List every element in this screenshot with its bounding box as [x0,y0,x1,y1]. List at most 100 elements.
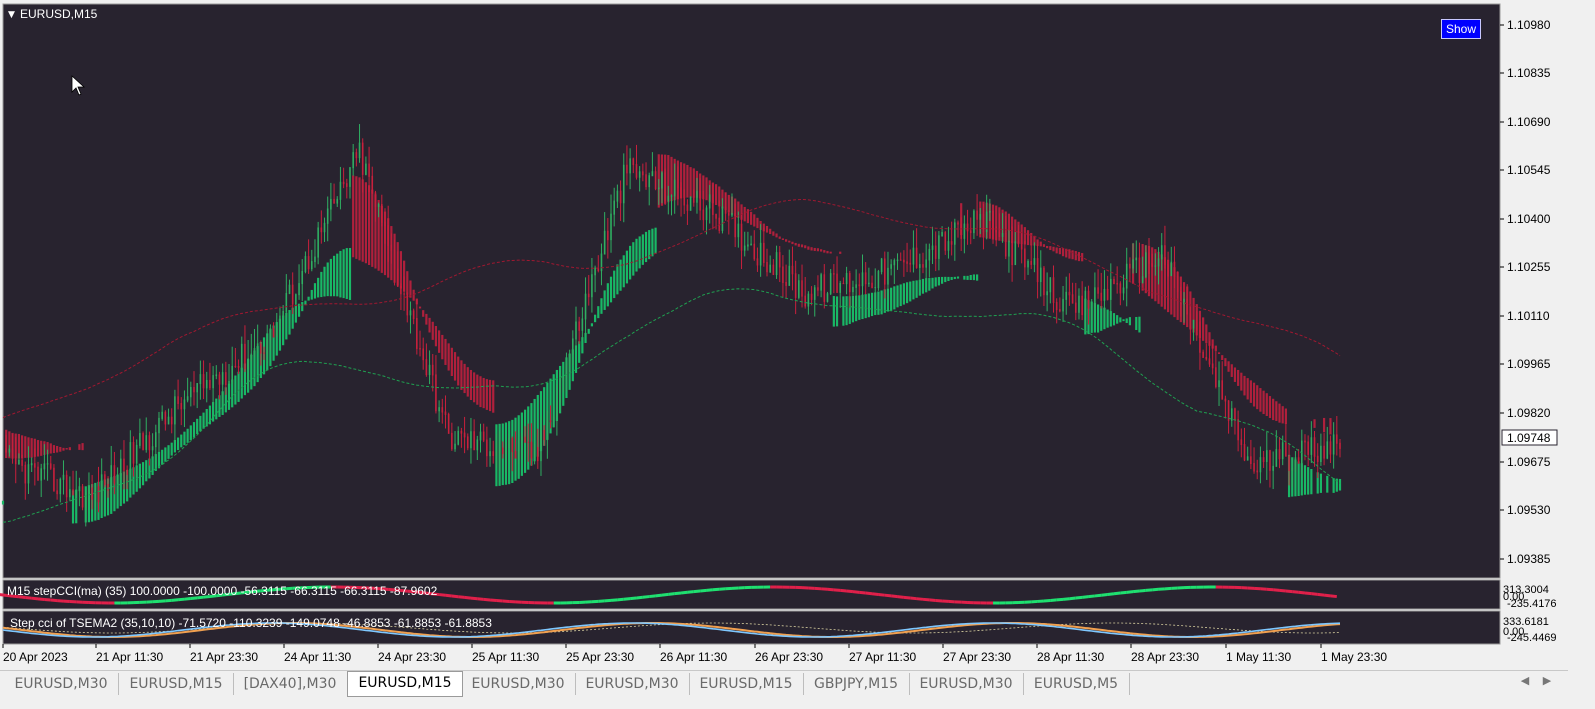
chart-tab[interactable]: [DAX40],M30 [233,673,348,695]
cci-segment [610,598,618,602]
cci-segment [661,592,669,597]
time-tick-label: 25 Apr 23:30 [566,650,634,664]
chart-tab[interactable]: EURUSD,M30 [461,673,576,695]
cci-segment [852,590,860,594]
chart-title: EURUSD,M15 [20,7,98,21]
time-tick-label: 27 Apr 23:30 [943,650,1011,664]
cci-segment [464,595,472,600]
cci-segment [1120,590,1127,595]
chart-menu-icon[interactable]: ▼ [8,10,15,20]
cci-segment [177,597,185,602]
cci-segment [1069,596,1076,601]
chart-tab[interactable]: GBPJPY,M15 [803,673,910,695]
chart-tab[interactable]: EURUSD,M15 [689,673,804,695]
tab-scroll-right-icon[interactable]: ▶ [1540,674,1554,687]
price-tick-label: 1.09385 [1507,552,1551,566]
chart-tab[interactable]: EURUSD,M30 [909,673,1024,695]
cci-segment [1298,590,1306,595]
cci-segment [1043,598,1051,603]
cci-segment [897,595,905,599]
cci-segment [483,597,491,602]
current-price-label: 1.09748 [1507,431,1551,445]
time-tick-label: 21 Apr 11:30 [96,650,163,664]
cci-segment [184,597,191,601]
time-tick-label: 28 Apr 11:30 [1037,650,1104,664]
cci-segment [1081,595,1089,599]
price-pane[interactable] [2,3,1501,579]
cci-segment [687,590,694,594]
price-tick-label: 1.10835 [1507,66,1551,80]
time-tick-label: 20 Apr 2023 [3,650,68,664]
price-tick-label: 1.09530 [1507,503,1551,517]
cci-segment [1132,589,1140,594]
tab-scroll-left-icon[interactable]: ◀ [1518,674,1532,687]
cci-segment [1330,594,1337,599]
cci-segment [1266,587,1274,592]
cci-segment [623,597,631,601]
cci-segment [1139,588,1146,593]
time-tick-label: 26 Apr 23:30 [755,650,823,664]
cci-segment [1126,590,1134,594]
cci-segment [1323,593,1331,598]
price-tick-label: 1.09820 [1507,406,1551,420]
cci-segment [438,593,446,597]
chart-tab[interactable]: EURUSD,M15 [347,671,463,697]
time-tick-label: 24 Apr 11:30 [284,650,351,664]
time-tick-label: 26 Apr 11:30 [660,650,727,664]
chart-tab[interactable]: EURUSD,M30 [575,673,690,695]
indicator1-scale-bottom: -235.4176 [1507,598,1557,610]
cci-segment [712,587,720,592]
cci-segment [629,596,637,601]
chart-tab[interactable]: EURUSD,M5 [1023,673,1130,695]
cci-segment [1285,589,1293,594]
indicator1-label: M15 stepCCI(ma) (35) 100.0000 -100.0000 … [7,584,438,598]
cci-segment [827,587,834,592]
time-tick-label: 21 Apr 23:30 [190,650,258,664]
cci-segment [1107,592,1115,596]
cci-segment [865,591,873,596]
cci-segment [445,593,453,598]
cci-segment [859,590,866,595]
cci-segment [680,590,688,595]
cci-segment [649,594,656,599]
cci-segment [44,597,51,602]
cci-segment [910,596,917,601]
cci-segment [50,598,58,603]
show-button[interactable]: Show [1441,19,1481,39]
chart-tab[interactable]: EURUSD,M15 [119,673,234,695]
cci-segment [642,595,650,599]
cci-segment [1075,595,1083,600]
price-tick-label: 1.09965 [1507,357,1551,371]
cci-segment [470,596,478,601]
time-tick-label: 24 Apr 23:30 [378,650,446,664]
price-tick-label: 1.09675 [1507,455,1551,469]
cci-segment [1292,590,1299,594]
cci-segment [935,598,943,603]
cci-segment [1279,588,1287,593]
time-tick-label: 1 May 11:30 [1226,650,1291,664]
cci-segment [700,588,707,593]
cci-segment [1152,587,1159,592]
cci-segment [636,595,644,600]
cci-segment [37,597,45,601]
cci-segment [489,598,497,603]
chart-tab[interactable]: EURUSD,M30 [4,673,119,695]
cci-segment [458,595,465,599]
trading-chart[interactable]: ▼ EURUSD,M15 1.10980 1.10835 1.10690 1.1054… [0,0,1568,697]
cci-segment [840,588,847,593]
cci-segment [1056,597,1064,602]
chart-tab-bar: EURUSD,M30 EURUSD,M15 [DAX40],M30 EURUSD,M1… [0,670,1568,698]
cci-segment [171,598,179,602]
price-tick-label: 1.10545 [1507,163,1551,177]
cci-segment [477,597,484,601]
cci-segment [890,594,898,599]
indicator2-label: Step cci of TSEMA2 (35,10,10) -71.5720 -… [10,616,492,630]
time-tick-label: 1 May 23:30 [1321,650,1387,664]
cci-segment [165,598,172,603]
cci-segment [1094,593,1102,598]
cci-segment [604,598,612,603]
price-tick-label: 1.10255 [1507,260,1551,274]
cci-segment [1145,588,1153,592]
price-tick-label: 1.10980 [1507,18,1551,32]
cci-segment [496,599,503,603]
